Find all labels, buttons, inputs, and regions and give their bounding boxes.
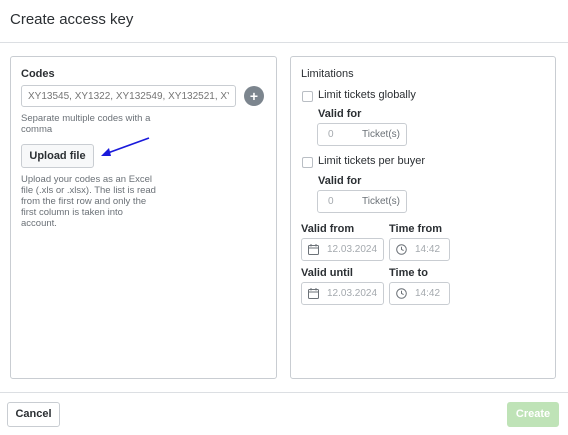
codes-label: Codes bbox=[21, 68, 55, 80]
cancel-button[interactable]: Cancel bbox=[7, 402, 60, 427]
time-from-label: Time from bbox=[389, 223, 442, 235]
time-to-value: 14:42 bbox=[415, 288, 441, 299]
add-code-button[interactable]: + bbox=[244, 86, 264, 106]
create-access-key-dialog: Create access key Codes + Separate multi… bbox=[0, 0, 568, 435]
upload-file-button[interactable]: Upload file bbox=[21, 144, 94, 168]
valid-until-date-field[interactable]: 12.03.2024 bbox=[301, 282, 384, 305]
limit-buyer-label: Limit tickets per buyer bbox=[318, 155, 425, 167]
global-tickets-field[interactable]: 0 Ticket(s) bbox=[317, 123, 407, 146]
limit-buyer-checkbox[interactable] bbox=[302, 157, 313, 168]
plus-circle-icon: + bbox=[249, 88, 259, 104]
codes-help-text: Separate multiple codes with a comma bbox=[21, 113, 151, 135]
buyer-valid-for-label: Valid for bbox=[318, 175, 362, 187]
global-tickets-value: 0 bbox=[328, 129, 334, 140]
limitations-title: Limitations bbox=[301, 68, 354, 80]
create-button[interactable]: Create bbox=[507, 402, 559, 427]
time-to-field[interactable]: 14:42 bbox=[389, 282, 450, 305]
calendar-icon bbox=[308, 244, 319, 255]
clock-icon bbox=[396, 288, 407, 299]
clock-icon bbox=[396, 244, 407, 255]
buyer-tickets-unit: Ticket(s) bbox=[362, 196, 400, 207]
codes-panel: Codes + Separate multiple codes with a c… bbox=[10, 56, 277, 379]
valid-until-date-value: 12.03.2024 bbox=[327, 288, 378, 299]
buyer-tickets-field[interactable]: 0 Ticket(s) bbox=[317, 190, 407, 213]
global-valid-for-label: Valid for bbox=[318, 108, 362, 120]
valid-from-label: Valid from bbox=[301, 223, 355, 235]
calendar-icon bbox=[308, 288, 319, 299]
limit-global-label: Limit tickets globally bbox=[318, 89, 416, 101]
time-from-value: 14:42 bbox=[415, 244, 441, 255]
annotation-arrow-icon bbox=[101, 137, 150, 156]
time-from-field[interactable]: 14:42 bbox=[389, 238, 450, 261]
valid-from-date-field[interactable]: 12.03.2024 bbox=[301, 238, 384, 261]
upload-help-text: Upload your codes as an Excel file (.xls… bbox=[21, 174, 156, 229]
dialog-title: Create access key bbox=[10, 11, 134, 28]
footer-divider bbox=[0, 392, 568, 393]
valid-from-date-value: 12.03.2024 bbox=[327, 244, 378, 255]
header-divider bbox=[0, 42, 568, 43]
global-tickets-unit: Ticket(s) bbox=[362, 129, 400, 140]
limitations-panel: Limitations Limit tickets globally Valid… bbox=[290, 56, 556, 379]
codes-input[interactable] bbox=[21, 85, 236, 107]
valid-until-label: Valid until bbox=[301, 267, 353, 279]
buyer-tickets-value: 0 bbox=[328, 196, 334, 207]
limit-global-checkbox[interactable] bbox=[302, 91, 313, 102]
time-to-label: Time to bbox=[389, 267, 428, 279]
